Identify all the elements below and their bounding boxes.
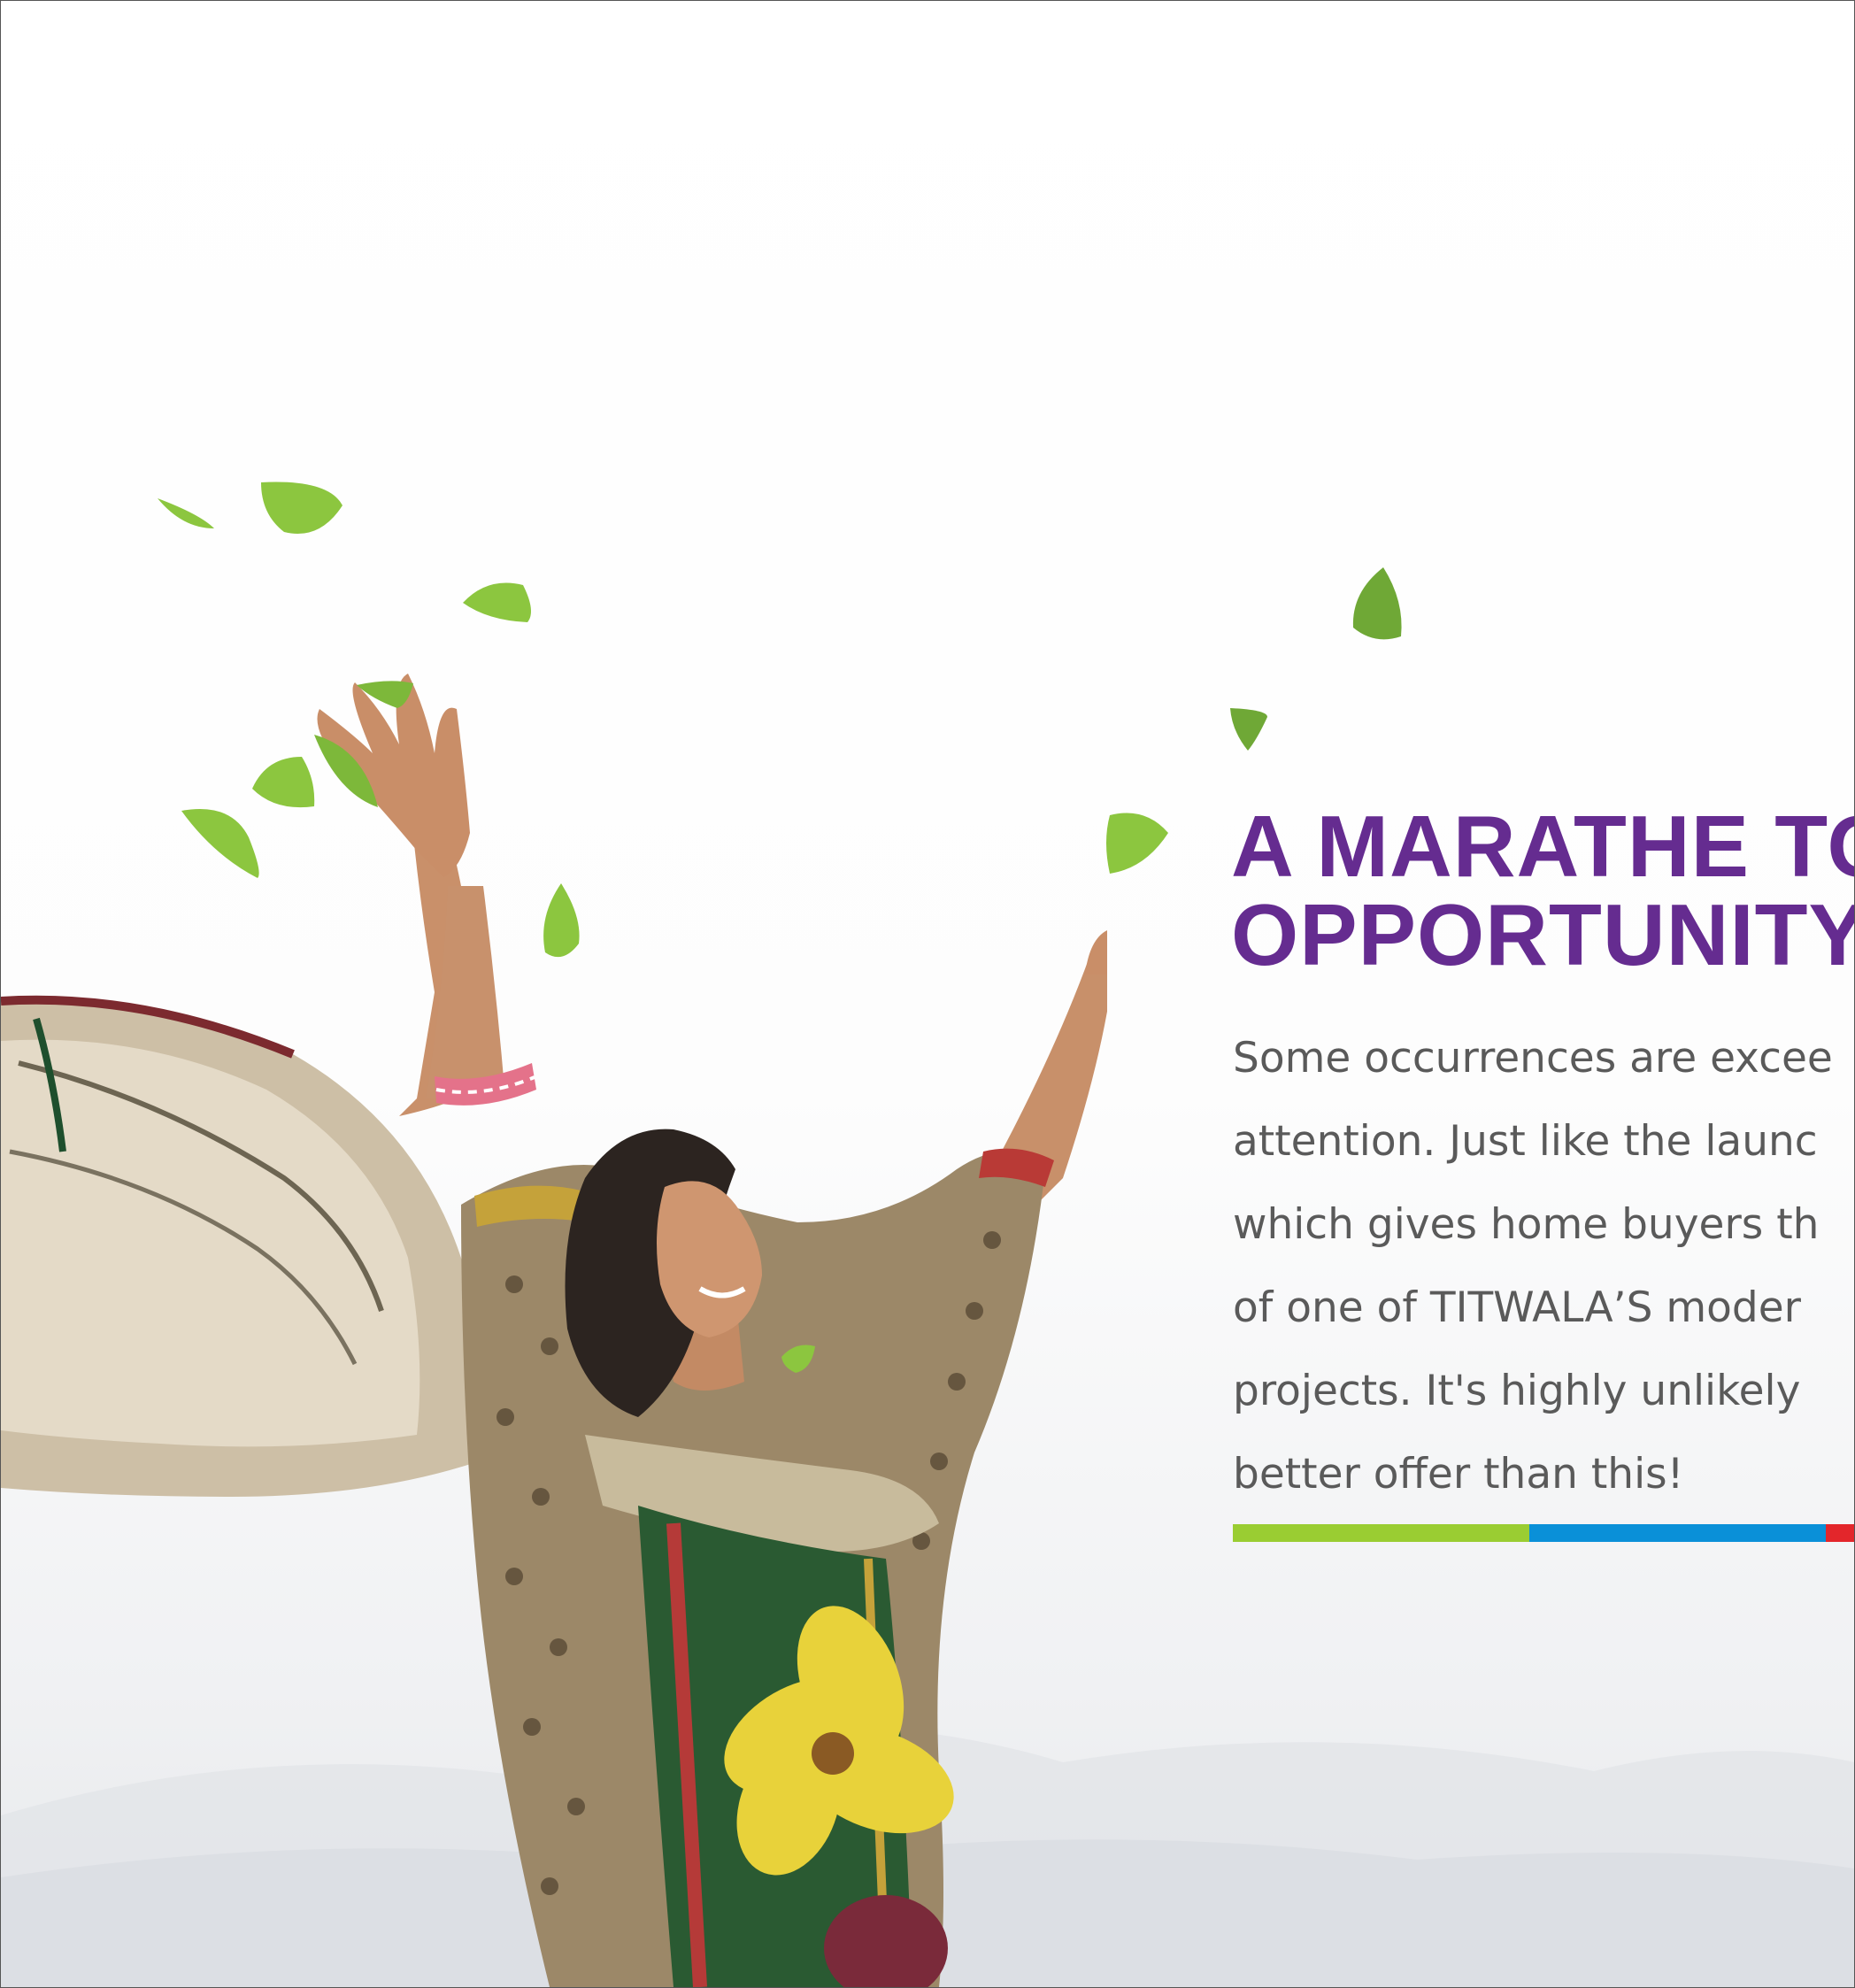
body-line: better offer than this! bbox=[1233, 1450, 1684, 1499]
leaf-icon bbox=[261, 482, 343, 534]
leaf-icon bbox=[1352, 567, 1402, 640]
leaf-icon bbox=[781, 1345, 815, 1373]
page-heading: A MARATHE TO OPPORTUNITY bbox=[1231, 798, 1855, 983]
divider-segment-blue bbox=[1529, 1524, 1826, 1542]
body-line: attention. Just like the launc bbox=[1233, 1117, 1818, 1166]
leaf-icon bbox=[1106, 813, 1168, 874]
body-line: of one of TITWALA’S moder bbox=[1233, 1283, 1801, 1332]
body-line: Some occurrences are excee bbox=[1233, 1034, 1833, 1083]
divider-segment-red bbox=[1826, 1524, 1854, 1542]
woman-photo bbox=[1, 674, 1107, 1987]
leaf-icon bbox=[1230, 708, 1267, 751]
heading-line-1: A MARATHE TO bbox=[1231, 798, 1855, 895]
brochure-page: A MARATHE TO OPPORTUNITY Some occurrence… bbox=[0, 0, 1855, 1988]
leaf-icon bbox=[314, 735, 378, 807]
body-line: which gives home buyers th bbox=[1233, 1200, 1820, 1249]
leaf-icon bbox=[357, 681, 413, 708]
body-line: projects. It's highly unlikely bbox=[1233, 1367, 1801, 1415]
leaf-icon bbox=[543, 883, 580, 958]
heading-line-2: OPPORTUNITY bbox=[1231, 886, 1855, 983]
color-divider-bar bbox=[1233, 1524, 1854, 1542]
divider-segment-green bbox=[1233, 1524, 1529, 1542]
leaf-icon bbox=[463, 582, 531, 622]
leaf-icon bbox=[181, 809, 259, 878]
leaf-icon bbox=[158, 498, 214, 528]
body-paragraph: Some occurrences are excee attention. Ju… bbox=[1233, 1017, 1833, 1516]
